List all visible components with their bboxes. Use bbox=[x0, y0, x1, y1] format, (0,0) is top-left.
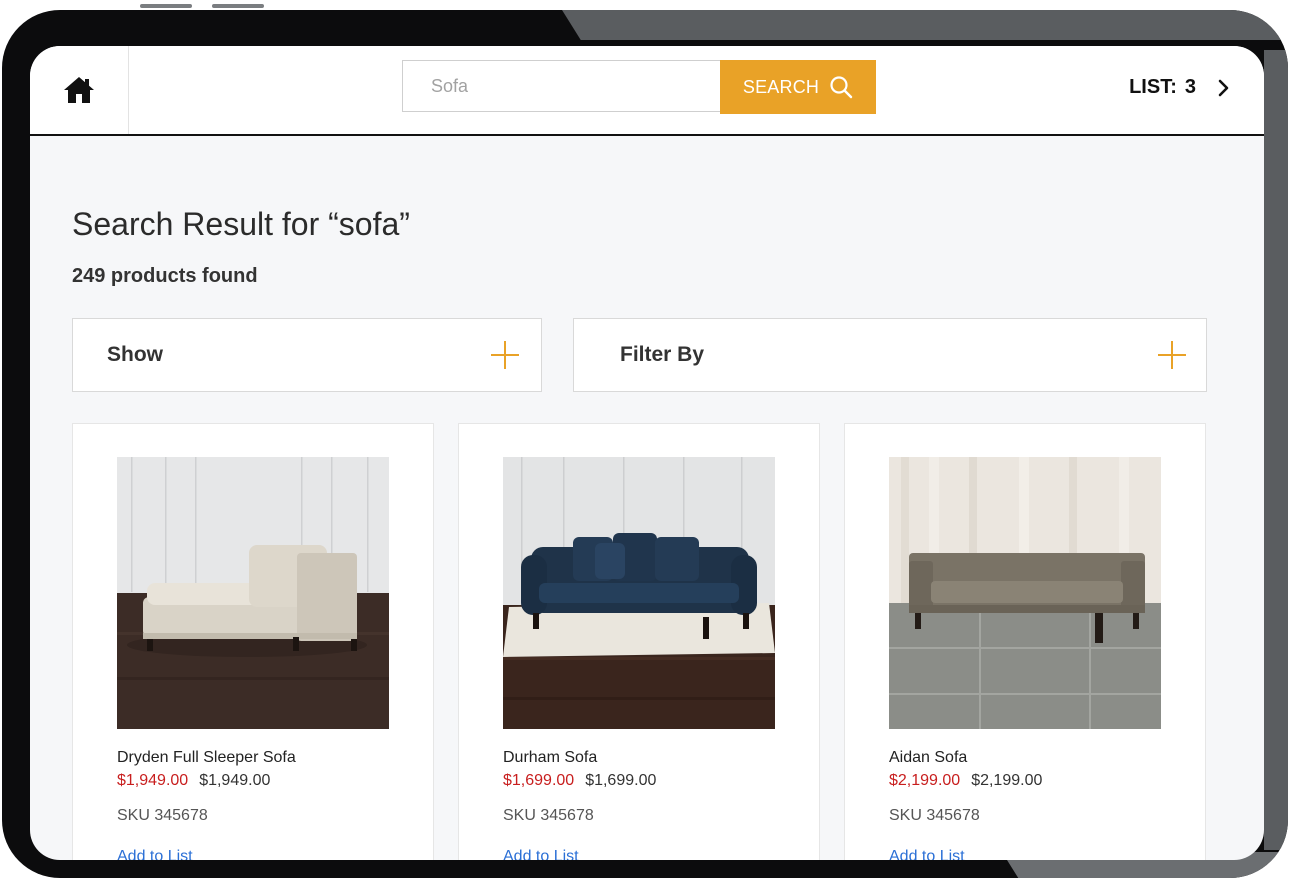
chaise-sofa-image bbox=[117, 457, 389, 729]
product-card[interactable]: Durham Sofa $1,699.00 $1,699.00 SKU 34567… bbox=[458, 423, 820, 860]
regular-price: $1,699.00 bbox=[585, 772, 657, 789]
navy-sofa-image bbox=[503, 457, 775, 729]
sale-price: $1,699.00 bbox=[503, 772, 575, 789]
product-name[interactable]: Aidan Sofa bbox=[889, 749, 967, 767]
top-bar: SEARCH LIST: 3 bbox=[30, 46, 1264, 136]
search-button[interactable]: SEARCH bbox=[720, 60, 876, 114]
product-name[interactable]: Dryden Full Sleeper Sofa bbox=[117, 749, 296, 767]
search-button-label: SEARCH bbox=[742, 76, 820, 97]
product-price: $2,199.00 $2,199.00 bbox=[889, 772, 1042, 790]
home-button[interactable] bbox=[30, 46, 129, 134]
product-name[interactable]: Durham Sofa bbox=[503, 749, 597, 767]
add-to-list-link[interactable]: Add to List bbox=[117, 848, 193, 860]
product-price: $1,949.00 $1,949.00 bbox=[117, 772, 270, 790]
list-link[interactable]: LIST: 3 bbox=[1129, 76, 1230, 99]
regular-price: $1,949.00 bbox=[199, 772, 271, 789]
product-image[interactable] bbox=[117, 457, 389, 729]
plus-icon bbox=[1158, 341, 1186, 369]
add-to-list-link[interactable]: Add to List bbox=[503, 848, 579, 860]
result-count: 249 products found bbox=[72, 265, 258, 287]
filter-accordion-label: Filter By bbox=[620, 343, 705, 366]
home-icon bbox=[64, 77, 94, 103]
show-accordion[interactable]: Show bbox=[72, 318, 542, 392]
taupe-sofa-image bbox=[889, 457, 1161, 729]
volume-button bbox=[140, 4, 192, 8]
product-sku: SKU 345678 bbox=[117, 807, 208, 824]
list-count: 3 bbox=[1184, 76, 1196, 98]
product-price: $1,699.00 $1,699.00 bbox=[503, 772, 656, 790]
product-sku: SKU 345678 bbox=[503, 807, 594, 824]
volume-button bbox=[212, 4, 264, 8]
filter-accordion[interactable]: Filter By bbox=[573, 318, 1207, 392]
search-icon bbox=[830, 76, 853, 99]
app-screen: SEARCH LIST: 3 Search Result for “sofa” … bbox=[30, 46, 1264, 860]
product-sku: SKU 345678 bbox=[889, 807, 980, 824]
sale-price: $1,949.00 bbox=[117, 772, 189, 789]
plus-icon bbox=[491, 341, 519, 369]
sale-price: $2,199.00 bbox=[889, 772, 961, 789]
add-to-list-link[interactable]: Add to List bbox=[889, 848, 965, 860]
regular-price: $2,199.00 bbox=[971, 772, 1043, 789]
product-image[interactable] bbox=[889, 457, 1161, 729]
search-input[interactable] bbox=[402, 60, 720, 112]
product-card[interactable]: Dryden Full Sleeper Sofa $1,949.00 $1,949… bbox=[72, 423, 434, 860]
product-image[interactable] bbox=[503, 457, 775, 729]
chevron-right-icon bbox=[1218, 79, 1229, 96]
page-title: Search Result for “sofa” bbox=[72, 206, 410, 242]
product-card[interactable]: Aidan Sofa $2,199.00 $2,199.00 SKU 345678… bbox=[844, 423, 1206, 860]
list-label: LIST: bbox=[1129, 76, 1177, 98]
show-accordion-label: Show bbox=[107, 343, 163, 366]
